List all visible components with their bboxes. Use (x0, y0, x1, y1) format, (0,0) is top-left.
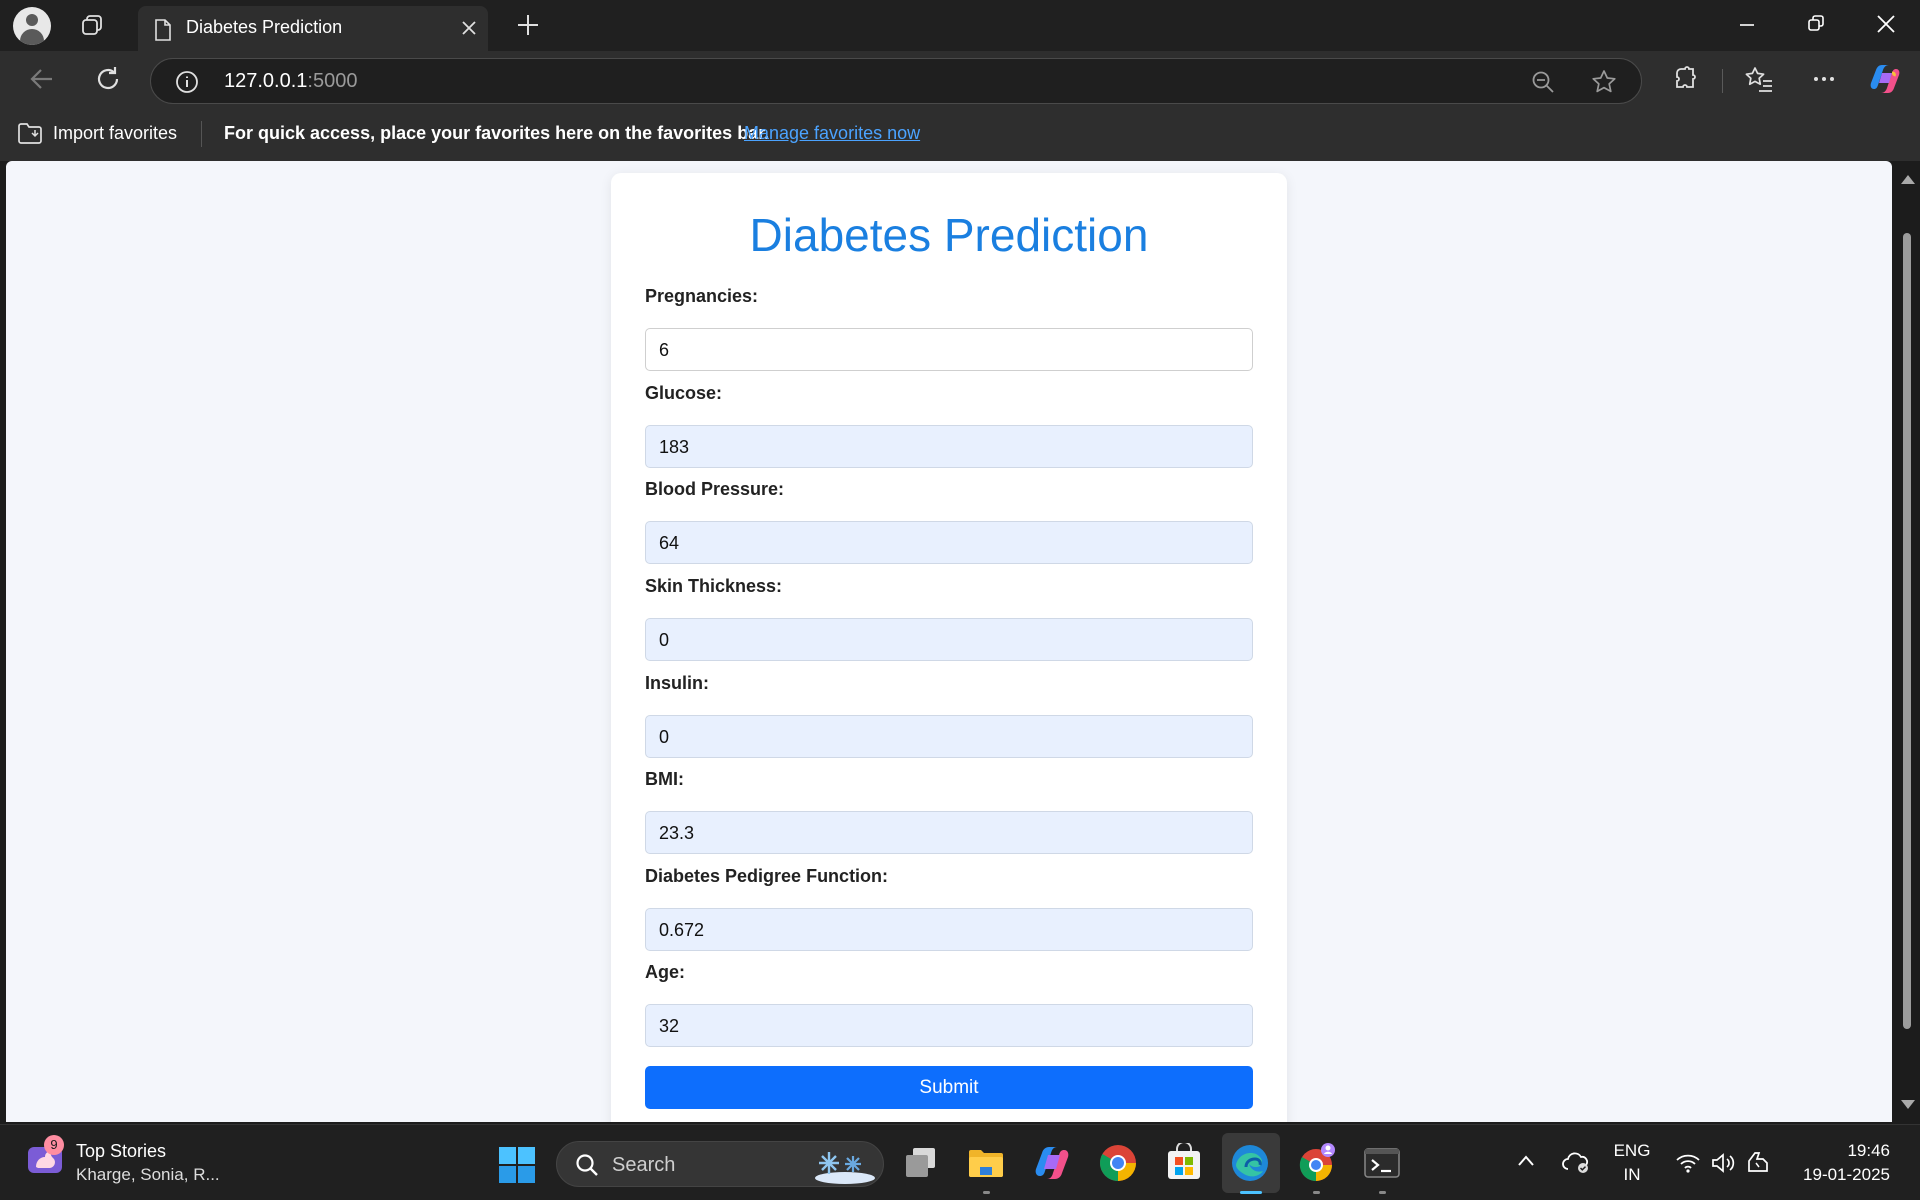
field-pregnancies: Pregnancies: 6 (645, 286, 1253, 371)
zoom-out-icon[interactable] (1531, 70, 1555, 94)
manage-favorites-link[interactable]: Manage favorites now (744, 123, 920, 144)
toolbar-divider (1722, 69, 1723, 93)
scroll-up-arrow-icon[interactable] (1901, 175, 1915, 184)
page-scrollbar[interactable] (1892, 161, 1920, 1122)
field-blood-pressure: Blood Pressure: 64 (645, 479, 1253, 564)
search-icon (576, 1154, 598, 1176)
url-port: :5000 (307, 70, 358, 92)
volume-icon[interactable] (1710, 1151, 1736, 1175)
chrome-icon[interactable] (1098, 1143, 1138, 1183)
favorites-hint: For quick access, place your favorites h… (224, 123, 770, 143)
news-subtitle[interactable]: Kharge, Sonia, R... (76, 1165, 220, 1185)
chrome-running-indicator (1313, 1191, 1320, 1194)
page-viewport: Diabetes Prediction Pregnancies: 6 Gluco… (6, 161, 1892, 1122)
field-age: Age: 32 (645, 962, 1253, 1047)
import-favorites-label: Import favorites (53, 122, 178, 143)
store-icon[interactable] (1164, 1143, 1204, 1183)
extensions-icon[interactable] (1671, 65, 1699, 93)
site-info-icon[interactable] (175, 70, 199, 94)
news-badge: 9 (44, 1135, 64, 1155)
age-input[interactable]: 32 (645, 1004, 1253, 1047)
restore-icon[interactable] (1807, 14, 1825, 34)
page-title: Diabetes Prediction (749, 209, 1149, 261)
workspaces-icon[interactable] (78, 12, 106, 40)
favorites-icon[interactable] (1744, 65, 1774, 93)
favorites-bar: Import favorites For quick access, place… (0, 107, 1920, 161)
back-icon[interactable] (28, 65, 56, 93)
submit-button[interactable]: Submit (645, 1066, 1253, 1109)
copilot-icon[interactable] (1868, 63, 1902, 95)
glucose-label: Glucose: (645, 383, 723, 403)
favorite-star-icon[interactable] (1591, 69, 1617, 95)
field-bmi: BMI: 23.3 (645, 769, 1253, 854)
skin-thickness-input[interactable]: 0 (645, 618, 1253, 661)
language-region[interactable]: IN (1610, 1165, 1654, 1185)
skin-thickness-label: Skin Thickness: (645, 576, 783, 596)
tab-strip: Diabetes Prediction (0, 0, 1920, 51)
url-text[interactable]: 127.0.0.1:5000 (224, 70, 357, 93)
more-options-icon[interactable] (1812, 65, 1836, 93)
onedrive-icon[interactable] (1561, 1149, 1591, 1175)
scroll-down-arrow-icon[interactable] (1901, 1100, 1915, 1109)
address-bar[interactable]: 127.0.0.1:5000 (150, 58, 1642, 104)
search-label: Search (612, 1154, 676, 1176)
import-favorites-button[interactable]: Import favorites (17, 121, 177, 145)
glucose-input[interactable]: 183 (645, 425, 1253, 468)
file-explorer-icon[interactable] (966, 1143, 1006, 1183)
field-glucose: Glucose: 183 (645, 383, 1253, 468)
bmi-input[interactable]: 23.3 (645, 811, 1253, 854)
favorites-separator (201, 121, 202, 147)
taskbar-search[interactable]: Search (556, 1141, 884, 1187)
clock-date[interactable]: 19-01-2025 (1780, 1165, 1890, 1185)
chrome-profile-icon[interactable] (1296, 1143, 1336, 1183)
blood-pressure-input[interactable]: 64 (645, 521, 1253, 564)
pregnancies-label: Pregnancies: (645, 286, 759, 306)
insulin-label: Insulin: (645, 673, 709, 693)
new-tab-icon[interactable] (516, 13, 540, 37)
url-host: 127.0.0.1 (224, 70, 308, 92)
wifi-icon[interactable] (1675, 1151, 1701, 1175)
explorer-running-indicator (983, 1191, 990, 1194)
edge-active-indicator (1240, 1191, 1262, 1194)
battery-charging-icon[interactable] (1745, 1149, 1771, 1175)
edge-icon[interactable] (1230, 1143, 1270, 1183)
diabetes-pedigree-function-input[interactable]: 0.672 (645, 908, 1253, 951)
navigation-bar: 127.0.0.1:5000 (0, 51, 1920, 107)
snowflake-highlight-icon (815, 1152, 875, 1184)
tab-title: Diabetes Prediction (186, 17, 343, 37)
profile-icon[interactable] (13, 7, 51, 45)
age-label: Age: (645, 962, 685, 982)
page-icon (155, 19, 171, 41)
news-title[interactable]: Top Stories (76, 1141, 166, 1162)
terminal-running-indicator (1379, 1191, 1386, 1194)
minimize-icon[interactable] (1738, 14, 1756, 34)
diabetes-pedigree-function-label: Diabetes Pedigree Function: (645, 866, 889, 886)
bmi-label: BMI: (645, 769, 684, 789)
insulin-input[interactable]: 0 (645, 715, 1253, 758)
taskbar: 9 Top Stories Kharge, Sonia, R... Search (0, 1124, 1920, 1200)
field-diabetes-pedigree-function: Diabetes Pedigree Function: 0.672 (645, 866, 1253, 951)
close-tab-icon[interactable] (461, 20, 477, 36)
close-window-icon[interactable] (1876, 14, 1896, 34)
news-widget[interactable]: 9 (26, 1135, 64, 1182)
clock-time[interactable]: 19:46 (1780, 1141, 1890, 1161)
task-view-icon[interactable] (901, 1143, 941, 1183)
prediction-form-card: Diabetes Prediction Pregnancies: 6 Gluco… (611, 173, 1287, 1122)
tab-diabetes-prediction[interactable]: Diabetes Prediction (138, 6, 488, 51)
start-windows-icon[interactable] (497, 1145, 537, 1185)
chevron-up-icon[interactable] (1516, 1151, 1536, 1171)
pregnancies-input[interactable]: 6 (645, 328, 1253, 371)
copilot-app-icon[interactable] (1032, 1143, 1072, 1183)
import-folder-icon (18, 123, 42, 144)
blood-pressure-label: Blood Pressure: (645, 479, 785, 499)
field-skin-thickness: Skin Thickness: 0 (645, 576, 1253, 661)
terminal-icon[interactable] (1362, 1143, 1402, 1183)
refresh-icon[interactable] (94, 65, 122, 93)
language-code[interactable]: ENG (1610, 1141, 1654, 1161)
scrollbar-thumb[interactable] (1903, 233, 1911, 1029)
field-insulin: Insulin: 0 (645, 673, 1253, 758)
